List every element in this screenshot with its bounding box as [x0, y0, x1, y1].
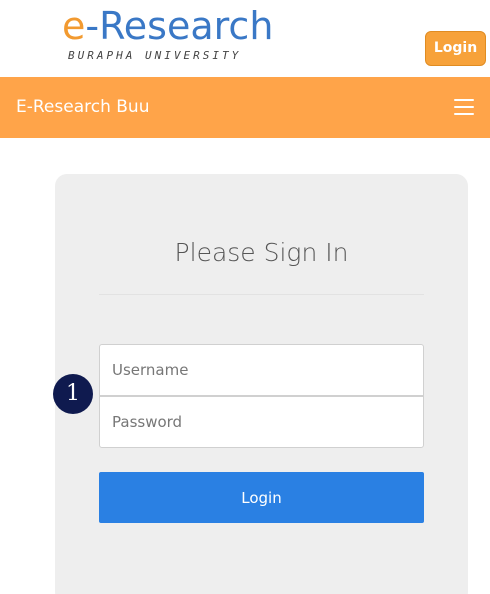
username-input[interactable] — [99, 344, 424, 396]
logo-e-letter: e — [62, 4, 86, 48]
hamburger-line — [454, 113, 474, 115]
logo-wordmark: e-Research — [62, 4, 273, 48]
password-input[interactable] — [99, 396, 424, 448]
navbar: E-Research Buu — [0, 77, 490, 138]
hamburger-menu-icon[interactable] — [448, 95, 480, 119]
logo-research-text: -Research — [85, 4, 274, 48]
annotation-marker-badge: 1 — [53, 374, 93, 414]
navbar-brand[interactable]: E-Research Buu — [16, 77, 149, 138]
hamburger-line — [454, 99, 474, 101]
signin-panel: Please Sign In Login — [55, 174, 468, 594]
header-login-button[interactable]: Login — [425, 31, 486, 66]
hamburger-line — [454, 106, 474, 108]
logo-subtitle: BURAPHA UNIVERSITY — [68, 49, 242, 62]
site-logo[interactable]: e-Research BURAPHA UNIVERSITY — [62, 4, 282, 66]
signin-title: Please Sign In — [174, 238, 349, 267]
signin-divider — [99, 294, 424, 295]
signin-login-button[interactable]: Login — [99, 472, 424, 523]
